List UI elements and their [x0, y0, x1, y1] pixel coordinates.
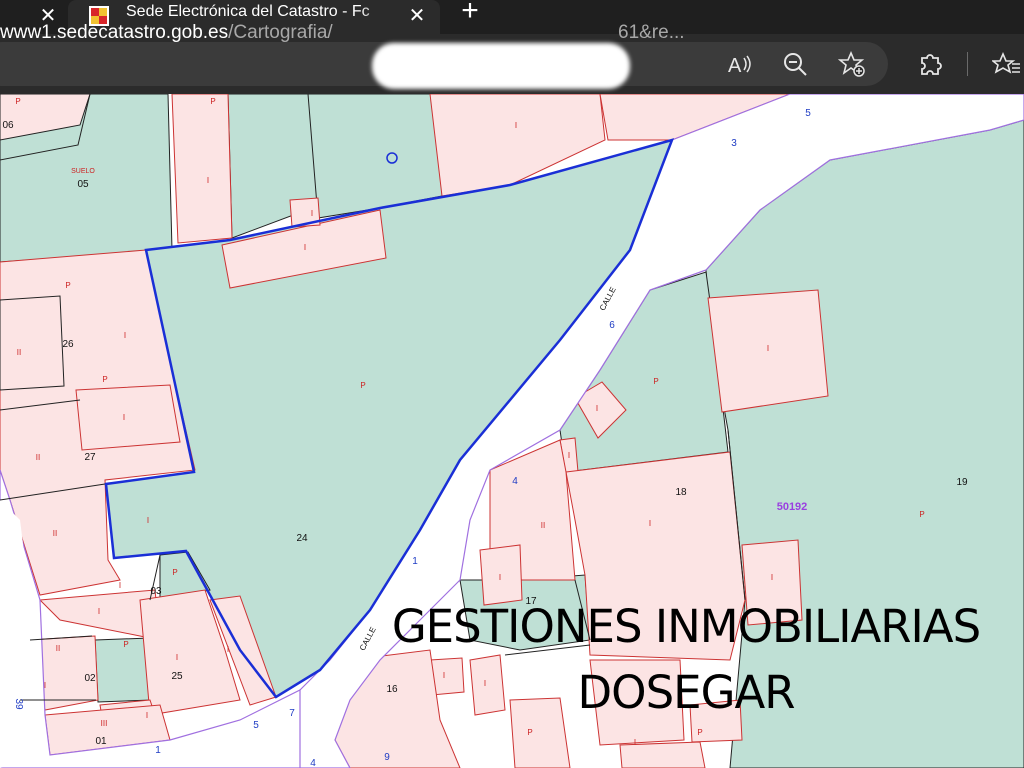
parcel-label: SUELO: [71, 168, 95, 175]
extensions-icon[interactable]: [916, 50, 944, 78]
use-code-label: I: [98, 607, 100, 616]
use-code-label: II: [53, 529, 57, 538]
block-number: 50192: [777, 501, 808, 513]
new-tab-icon[interactable]: +: [454, 0, 486, 26]
use-code-label: I: [767, 344, 769, 353]
read-aloud-icon[interactable]: A: [726, 50, 754, 78]
cadastral-map[interactable]: P P I I I I P I II P I II I II I P I II …: [0, 94, 1024, 768]
use-code-label: I: [146, 711, 148, 720]
parcel-number: 02: [84, 673, 96, 684]
use-code-label: II: [541, 521, 545, 530]
parcel-number: 24: [296, 533, 308, 544]
house-number: 4: [310, 758, 316, 768]
use-code-label: P: [172, 568, 177, 577]
parcel-number: 27: [84, 452, 96, 463]
use-code-label: P: [123, 640, 128, 649]
svg-text:A: A: [728, 55, 742, 77]
house-number: 7: [289, 708, 295, 719]
use-code-label: I: [207, 176, 209, 185]
house-number: 6: [609, 320, 615, 331]
use-code-label: I: [147, 516, 149, 525]
use-code-label: I: [596, 404, 598, 413]
use-code-label: P: [15, 97, 20, 106]
use-code-label: I: [649, 519, 651, 528]
parcel-number: 03: [150, 586, 162, 597]
use-code-label: I: [771, 573, 773, 582]
parcel-number: 25: [171, 671, 183, 682]
use-code-label: II: [36, 453, 40, 462]
house-number: 3: [731, 138, 737, 149]
house-number: 5: [253, 720, 259, 731]
use-code-label: P: [65, 281, 70, 290]
use-code-label: I: [119, 581, 121, 590]
parcel-number: 05: [77, 179, 89, 190]
url-path: /Cartografia/: [228, 22, 333, 43]
use-code-label: II: [56, 644, 60, 653]
parcel-number: 01: [95, 736, 107, 747]
use-code-label: I: [44, 681, 46, 690]
use-code-label: I: [304, 243, 306, 252]
redacted-url-segment: [372, 43, 630, 89]
house-number: 4: [512, 476, 518, 487]
house-number: 1: [412, 556, 418, 567]
use-code-label: I: [499, 573, 501, 582]
use-code-label: I: [176, 653, 178, 662]
house-number: 1: [155, 745, 161, 756]
url-end: 61&re...: [618, 22, 685, 43]
use-code-label: P: [919, 510, 924, 519]
use-code-label: I: [568, 451, 570, 460]
use-code-label: I: [515, 121, 517, 130]
close-tab-icon[interactable]: ✕: [404, 4, 430, 28]
parcel-number: 18: [675, 487, 687, 498]
use-code-label: I: [311, 209, 313, 218]
use-code-label: I: [123, 413, 125, 422]
use-code-label: P: [697, 728, 702, 737]
parcel-number: 19: [956, 477, 968, 488]
house-number: 9: [384, 752, 390, 763]
use-code-label: I: [124, 331, 126, 340]
use-code-label: P: [360, 381, 365, 390]
favorites-icon[interactable]: [992, 50, 1020, 78]
use-code-label: II: [17, 348, 21, 357]
use-code-label: III: [101, 719, 108, 728]
zoom-out-icon[interactable]: [781, 50, 809, 78]
use-code-label: P: [527, 728, 532, 737]
url-domain: www1.sedecatastro.gob.es: [0, 22, 229, 43]
use-code-label: I: [634, 738, 636, 747]
house-number: 39: [13, 698, 24, 710]
watermark-line-1: GESTIONES INMOBILIARIAS: [391, 600, 981, 653]
house-number: 5: [805, 108, 811, 119]
parcel-number: 26: [62, 339, 74, 350]
toolbar-separator: [967, 52, 968, 76]
use-code-label: P: [102, 375, 107, 384]
watermark-line-2: DOSEGAR: [577, 666, 796, 719]
url-text[interactable]: www1.sedecatastro.gob.es/Cartografia/: [0, 21, 333, 45]
use-code-label: I: [227, 645, 229, 654]
use-code-label: P: [210, 97, 215, 106]
use-code-label: P: [653, 377, 658, 386]
parcel-number: 06: [2, 120, 14, 131]
add-favorite-icon[interactable]: [838, 50, 866, 78]
